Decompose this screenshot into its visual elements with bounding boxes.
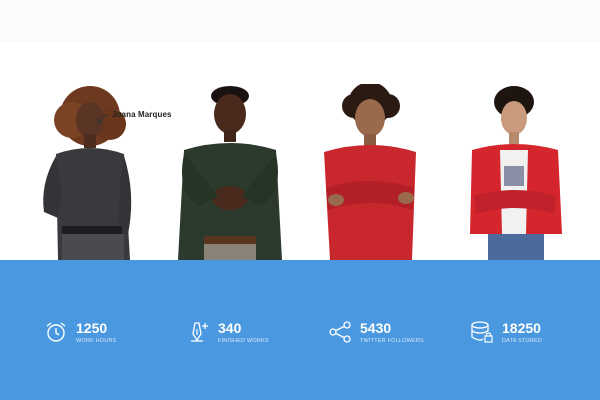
share-icon (329, 321, 351, 343)
team-member-photo-2 (170, 84, 290, 260)
database-lock-icon (471, 321, 493, 343)
team-member-photo-4 (462, 84, 572, 260)
stat-value: 5430 (360, 319, 392, 336)
stats-band: 1250 WORK HOURS 340 FINISHED WORKS 5430 … (0, 260, 600, 400)
stat-finished-works: 340 FINISHED WORKS (186, 320, 269, 344)
top-strip (0, 0, 600, 42)
stat-label: DATA STORED (502, 337, 543, 344)
team-member-name-tag: Joana Marques (96, 110, 172, 125)
stat-label: TWITTER FOLLOWERS (360, 337, 424, 344)
pen-plus-icon (191, 322, 208, 342)
alarm-clock-icon (46, 322, 66, 342)
stat-work-hours: 1250 WORK HOURS (44, 320, 117, 344)
stat-value: 1250 (76, 319, 108, 336)
stat-value: 18250 (502, 319, 541, 336)
stat-label: FINISHED WORKS (218, 337, 269, 344)
team-member-photo-3 (312, 84, 432, 260)
team-member-name: Joana Marques (112, 110, 172, 119)
stat-data-stored: 18250 DATA STORED (470, 320, 542, 344)
stat-label: WORK HOURS (76, 337, 117, 344)
team-section: Joana Marques (0, 42, 600, 260)
stat-value: 340 (218, 319, 242, 336)
stat-twitter-followers: 5430 TWITTER FOLLOWERS (328, 320, 424, 344)
curved-arrow-icon (96, 114, 110, 124)
